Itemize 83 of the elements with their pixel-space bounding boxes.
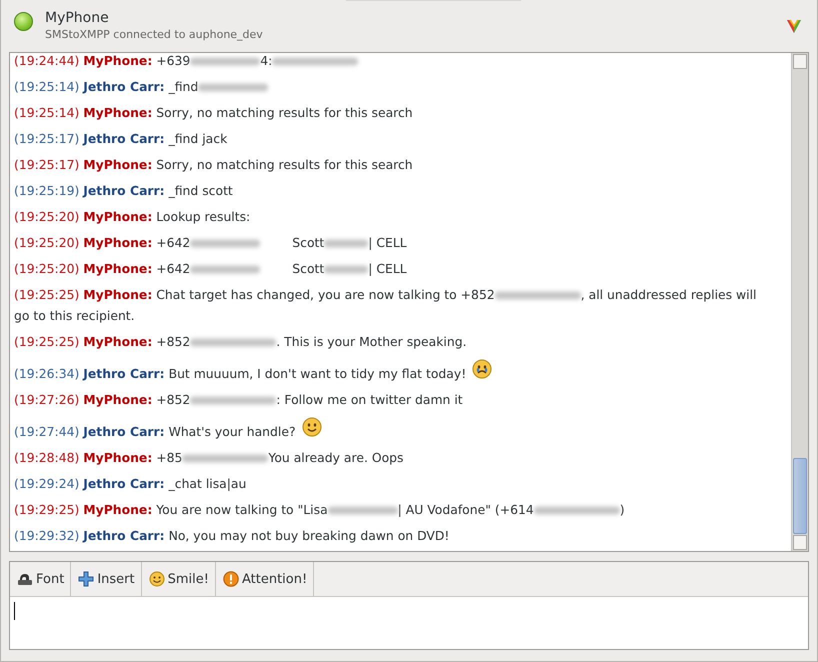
sender-name: MyPhone: (83, 105, 152, 120)
sender-name: MyPhone: (83, 392, 152, 407)
redaction-mark (190, 265, 260, 274)
message-text: But muuuum, I don't want to tidy my flat today! (168, 366, 466, 381)
message-time: (19:29:25) (14, 502, 80, 517)
app-logo-icon (785, 17, 803, 35)
redaction-mark (324, 239, 368, 248)
sender-name: Jethro Carr: (83, 131, 165, 146)
message-text: | CELL (368, 235, 407, 250)
message-text: | CELL (368, 261, 407, 276)
redaction-mark (198, 83, 268, 92)
scrollbar[interactable] (791, 53, 808, 551)
sender-name: Jethro Carr: (83, 79, 165, 94)
sender-name: Jethro Carr: (83, 366, 165, 381)
status-message: SMStoXMPP connected to auphone_dev (45, 28, 264, 40)
sender-name: Jethro Carr: (83, 424, 165, 439)
redaction-mark (324, 265, 368, 274)
message-time: (19:25:25) (14, 334, 80, 349)
crying-face-icon (472, 358, 492, 379)
message-text: Sorry, no matching results for this search (156, 157, 413, 172)
message-time: (19:25:14) (14, 79, 80, 94)
redaction-mark (190, 239, 260, 248)
message-text: _chat lisa|au (168, 476, 246, 491)
message-time: (19:29:32) (14, 528, 80, 543)
message-time: (19:25:20) (14, 209, 80, 224)
sender-name: MyPhone: (83, 502, 152, 517)
message-text: Scott (292, 235, 324, 250)
message-text: You already are. Oops (268, 450, 404, 465)
warning-icon (222, 571, 239, 587)
message-time: (19:24:44) (14, 53, 80, 68)
message-time: (19:25:25) (14, 287, 80, 302)
message-text: What's your handle? (168, 424, 296, 439)
sender-name: MyPhone: (83, 209, 152, 224)
message-text: Lookup results: (156, 209, 250, 224)
message-time: (19:27:44) (14, 424, 80, 439)
redaction-mark (190, 57, 260, 66)
sender-name: MyPhone: (83, 53, 152, 68)
smiley-icon (148, 571, 165, 587)
plus-icon (78, 571, 94, 587)
message-input[interactable] (10, 597, 808, 649)
message-text: +852 (156, 392, 190, 407)
sender-name: Jethro Carr: (83, 476, 165, 491)
sender-name: MyPhone: (83, 450, 152, 465)
message-text: _find jack (168, 131, 228, 146)
message-text: | AU Vodafone" (+614 (398, 502, 534, 517)
sender-name: MyPhone: (83, 287, 152, 302)
message-time: (19:29:24) (14, 476, 80, 491)
message-text: _find (168, 79, 198, 94)
message-text: go to this recipient. (14, 308, 135, 323)
message-text: +639 (156, 53, 190, 68)
sender-name: MyPhone: (83, 261, 152, 276)
message-text: , all unaddressed replies will (580, 287, 756, 302)
message-time: (19:26:34) (14, 366, 80, 381)
message-text: _find scott (168, 183, 233, 198)
message-time: (19:25:14) (14, 105, 80, 120)
sender-name: MyPhone: (83, 334, 152, 349)
message-time: (19:25:17) (14, 131, 80, 146)
message-text: You are now talking to "Lisa (156, 502, 328, 517)
message-time: (19:28:48) (14, 450, 80, 465)
sender-name: MyPhone: (83, 157, 152, 172)
message-text: Chat target has changed, you are now talking to +852 (156, 287, 495, 302)
sender-name: MyPhone: (83, 235, 152, 250)
message-text: . This is your Mother speaking. (276, 334, 467, 349)
message-time: (19:27:26) (14, 392, 80, 407)
message-text: Scott (292, 261, 324, 276)
contact-name: MyPhone (45, 10, 110, 26)
message-text: Sorry, no matching results for this search (156, 105, 413, 120)
sender-name: Jethro Carr: (83, 528, 165, 543)
redaction-mark (328, 506, 398, 516)
smiley-icon (302, 416, 322, 437)
message-time: (19:25:17) (14, 157, 80, 172)
message-text: +642 (156, 235, 190, 250)
message-time: (19:25:20) (14, 235, 80, 250)
message-time: (19:25:19) (14, 183, 80, 198)
sender-name: Jethro Carr: (83, 183, 165, 198)
message-time: (19:25:20) (14, 261, 80, 276)
message-text: ) (620, 502, 625, 517)
message-text: +642 (156, 261, 190, 276)
message-text: 4: (260, 53, 272, 68)
message-text: +85 (156, 450, 182, 465)
message-text: : Follow me on twitter damn it (276, 392, 463, 407)
message-text: +852 (156, 334, 190, 349)
message-text: No, you may not buy breaking dawn on DVD! (168, 528, 450, 543)
